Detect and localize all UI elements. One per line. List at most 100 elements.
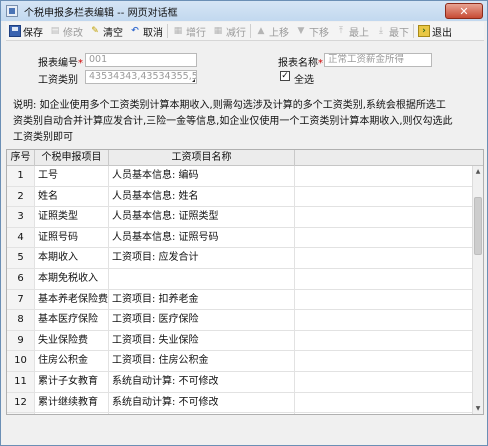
empty-cell [295, 269, 472, 289]
move-top-label: 最上 [349, 27, 369, 39]
clear-icon: ✎ [91, 25, 99, 36]
report-name-input[interactable]: 正常工资薪金所得 [324, 53, 432, 67]
salary-item-cell[interactable]: 工资项目: 失业保险 [109, 330, 295, 351]
table-row[interactable]: 9 失业保险费 工资项目: 失业保险 [7, 330, 472, 352]
row-number: 11 [7, 371, 35, 392]
column-header-tax-item[interactable]: 个税申报项目 [35, 150, 109, 166]
salary-item-cell[interactable]: 工资项目: 医疗保险 [109, 310, 295, 330]
window-icon [6, 5, 18, 17]
empty-cell [295, 228, 472, 248]
tax-item-cell: 失业保险费 [35, 330, 109, 351]
salary-item-cell[interactable]: 人员基本信息: 证照类型 [109, 207, 295, 227]
note-line-3: 工资类别即可 [13, 132, 73, 143]
empty-cell [295, 166, 472, 186]
table-row[interactable]: 2 姓名 人员基本信息: 姓名 [7, 186, 472, 208]
row-number: 3 [7, 207, 35, 227]
table-header: 序号 个税申报项目 工资项目名称 [7, 150, 483, 166]
move-down-icon: ▼ [297, 25, 305, 36]
add-row-icon: ▦ [173, 25, 183, 36]
add-row-button[interactable]: ▦ 增行 [169, 23, 209, 40]
instructions-note: 说明: 如企业使用多个工资类别计算本期收入,则需勾选涉及计算的多个工资类别,系统… [13, 98, 479, 146]
select-all-checkbox[interactable]: ✓ [280, 71, 290, 81]
table-row[interactable]: 6 本期免税收入 [7, 268, 472, 290]
move-top-button[interactable]: ⤒ 最上 [332, 23, 372, 40]
tax-item-cell: 住房公积金 [35, 351, 109, 371]
table-row[interactable]: 1 工号 人员基本信息: 编码 [7, 166, 472, 187]
empty-cell [295, 393, 472, 413]
add-row-label: 增行 [186, 27, 206, 39]
table-row[interactable]: 3 证照类型 人员基本信息: 证照类型 [7, 207, 472, 228]
salary-item-cell[interactable]: 人员基本信息: 姓名 [109, 186, 295, 207]
tax-item-cell: 本期免税收入 [35, 268, 109, 289]
salary-type-label: 工资类别 [38, 75, 78, 86]
move-up-icon: ▲ [257, 25, 265, 36]
vertical-scrollbar[interactable]: ▲ ▼ [472, 166, 483, 414]
column-header-blank [295, 150, 483, 166]
table-row[interactable]: 11 累计子女教育 系统自动计算: 不可修改 [7, 371, 472, 393]
scroll-down-icon[interactable]: ▼ [473, 403, 483, 414]
clear-label: 清空 [103, 27, 123, 39]
table-row[interactable]: 4 证照号码 人员基本信息: 证照号码 [7, 227, 472, 249]
scrollbar-thumb[interactable] [474, 197, 482, 255]
edit-button[interactable]: ▤ 修改 [46, 23, 86, 40]
select-all-label: 全选 [294, 75, 314, 86]
exit-button[interactable]: › 退出 [415, 23, 455, 40]
cancel-button[interactable]: ↶ 取消 [126, 23, 166, 40]
exit-label: 退出 [432, 27, 452, 39]
row-number: 6 [7, 268, 35, 289]
move-bottom-button[interactable]: ⤓ 最下 [372, 23, 412, 40]
required-mark: * [78, 58, 83, 69]
scroll-up-icon[interactable]: ▲ [473, 166, 483, 177]
title-bar[interactable]: 个税申报多栏表编辑 -- 网页对话框 ✕ [1, 1, 487, 21]
salary-item-cell[interactable] [109, 268, 295, 289]
empty-cell [295, 207, 472, 227]
clear-button[interactable]: ✎ 清空 [86, 23, 126, 40]
column-header-salary-item[interactable]: 工资项目名称 [109, 150, 295, 166]
required-mark: * [318, 58, 323, 69]
row-number: 2 [7, 186, 35, 207]
salary-item-cell[interactable]: 人员基本信息: 编码 [109, 166, 295, 186]
row-number: 13 [7, 413, 35, 414]
empty-cell [295, 372, 472, 392]
table-row[interactable]: 10 住房公积金 工资项目: 住房公积金 [7, 351, 472, 372]
note-line-2: 资类别自动合并计算应发合计,三险一金等信息,如企业仅使用一个工资类别计算本期收入… [13, 116, 453, 127]
move-down-label: 下移 [309, 27, 329, 39]
table-row[interactable]: 8 基本医疗保险 工资项目: 医疗保险 [7, 310, 472, 331]
report-name-label-text: 报表名称 [278, 58, 318, 69]
save-button[interactable]: 保存 [6, 23, 46, 40]
table-row[interactable]: 5 本期收入 工资项目: 应发合计 [7, 248, 472, 269]
delete-row-button[interactable]: ▦ 减行 [209, 23, 249, 40]
dropdown-grip-icon[interactable] [192, 79, 195, 82]
salary-item-cell[interactable]: 系统自动计算: 不可修改 [109, 371, 295, 392]
salary-item-cell[interactable]: 工资项目: 应发合计 [109, 248, 295, 268]
toolbar-separator [250, 24, 251, 38]
move-bottom-label: 最下 [389, 27, 409, 39]
edit-icon: ▤ [50, 25, 60, 36]
report-name-label: 报表名称* [278, 54, 323, 69]
salary-type-value: 43534343,43534355,5563 [89, 71, 197, 82]
move-down-button[interactable]: ▼ 下移 [292, 23, 332, 40]
table-row[interactable]: 7 基本养老保险费 工资项目: 扣养老金 [7, 289, 472, 311]
salary-item-cell[interactable]: 系统自动计算: 不可修改 [109, 392, 295, 413]
empty-cell [295, 290, 472, 310]
close-button[interactable]: ✕ [445, 3, 483, 19]
table-row[interactable]: 12 累计继续教育 系统自动计算: 不可修改 [7, 392, 472, 414]
salary-item-cell[interactable]: 工资项目: 住房公积金 [109, 351, 295, 371]
salary-item-cell[interactable]: 工资项目: 扣养老金 [109, 289, 295, 310]
tax-item-cell: 证照号码 [35, 227, 109, 248]
table-row[interactable]: 13累计住房贷款利息系统自动计算: 不可修改 [7, 413, 472, 414]
salary-item-cell[interactable]: 系统自动计算: 不可修改 [109, 413, 295, 414]
cancel-icon: ↶ [131, 25, 139, 36]
toolbar: 保存 ▤ 修改 ✎ 清空 ↶ 取消 ▦ 增行 ▦ 减行 ▲ 上移 ▼ 下移 ⤒ … [6, 22, 484, 41]
row-number: 8 [7, 310, 35, 330]
row-number: 4 [7, 227, 35, 248]
report-code-label: 报表编号* [38, 54, 83, 69]
report-code-input[interactable]: 001 [85, 53, 197, 67]
salary-type-input[interactable]: 43534343,43534355,5563 [85, 70, 197, 84]
delete-row-icon: ▦ [213, 25, 223, 36]
salary-item-cell[interactable]: 人员基本信息: 证照号码 [109, 227, 295, 248]
mapping-table: 序号 个税申报项目 工资项目名称 1 工号 人员基本信息: 编码 2 姓名 人员基本信息:… [6, 149, 484, 415]
move-up-button[interactable]: ▲ 上移 [252, 23, 292, 40]
column-header-no[interactable]: 序号 [7, 150, 35, 166]
empty-cell [295, 351, 472, 371]
